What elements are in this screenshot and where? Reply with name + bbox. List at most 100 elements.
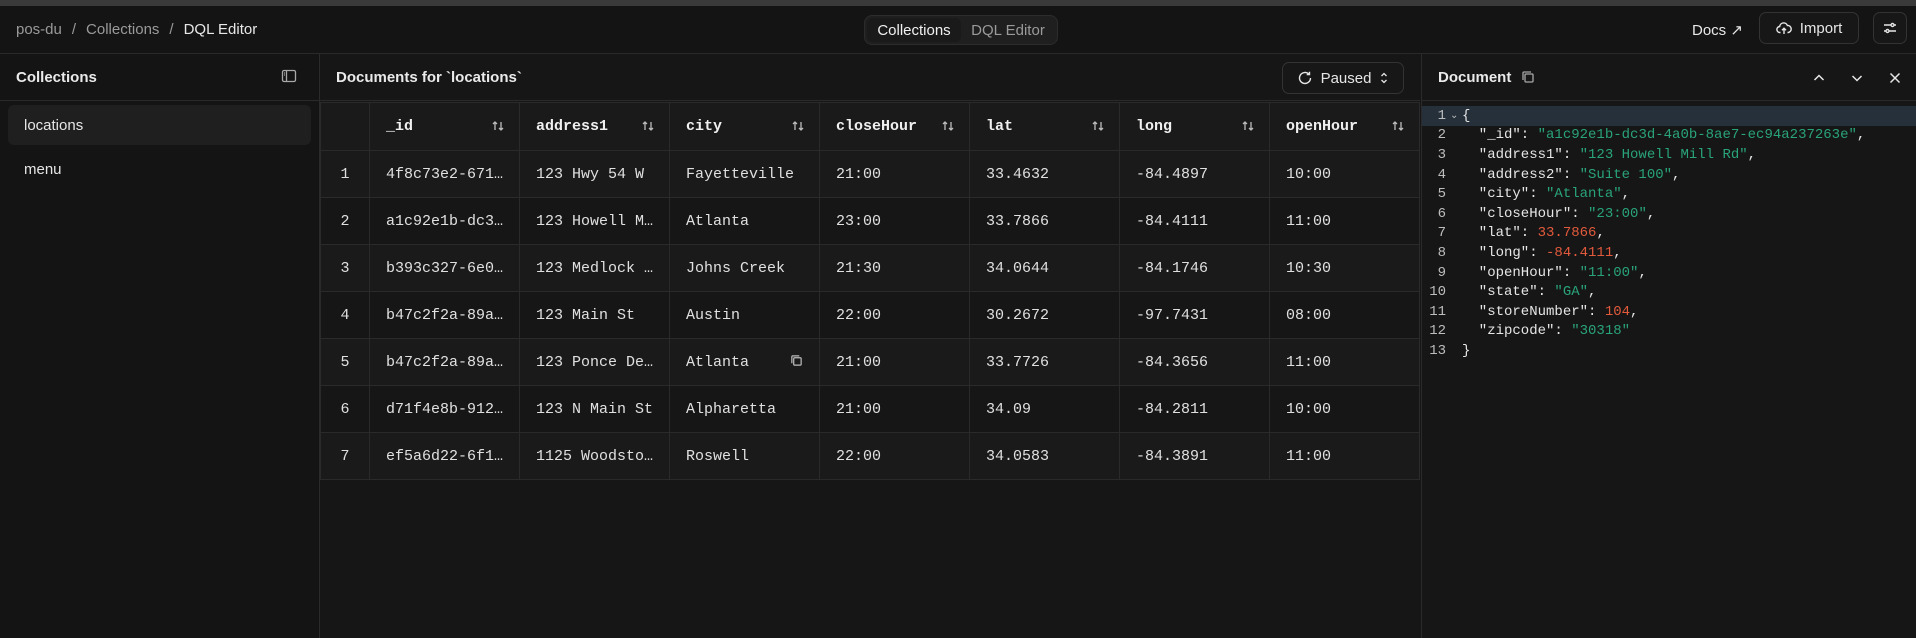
table-row[interactable]: 7 ef5a6d22-6f1… 1125 Woodsto… Roswell 22… [320,432,1420,480]
table-cell[interactable]: 11:00 [1269,197,1420,245]
table-cell[interactable]: 123 Main St [519,291,670,339]
breadcrumb-project[interactable]: pos-du [16,21,62,38]
table-cell[interactable]: 33.4632 [969,150,1120,198]
table-cell[interactable]: 08:00 [1269,291,1420,339]
table-cell[interactable]: 1125 Woodsto… [519,432,670,480]
table-cell[interactable]: 21:00 [819,150,970,198]
breadcrumb-collections[interactable]: Collections [86,21,159,38]
table-cell[interactable]: 34.09 [969,385,1120,433]
table-cell[interactable]: Alpharetta [669,385,820,433]
table-cell[interactable]: 34.0583 [969,432,1120,480]
table-cell[interactable]: 22:00 [819,291,970,339]
table-cell[interactable]: ef5a6d22-6f1… [369,432,520,480]
table-cell[interactable]: -84.1746 [1119,244,1270,292]
table-cell[interactable]: Atlanta [669,197,820,245]
table-cell[interactable]: 123 N Main St [519,385,670,433]
tab-collections[interactable]: Collections [867,18,961,42]
table-row[interactable]: 6 d71f4e8b-912… 123 N Main St Alpharetta… [320,385,1420,433]
column-header[interactable]: city [669,102,820,151]
table-cell[interactable]: b47c2f2a-89a… [369,291,520,339]
chevron-up-icon[interactable] [1811,70,1827,86]
table-cell[interactable]: 10:30 [1269,244,1420,292]
table-cell[interactable]: Austin [669,291,820,339]
table-cell[interactable]: 10:00 [1269,150,1420,198]
column-header[interactable]: long [1119,102,1270,151]
table-row[interactable]: 4 b47c2f2a-89a… 123 Main St Austin 22:00… [320,291,1420,339]
table-cell[interactable]: -84.3656 [1119,338,1270,386]
table-cell[interactable]: 22:00 [819,432,970,480]
code-text: "openHour": "11:00", [1462,264,1647,281]
table-cell[interactable]: Roswell [669,432,820,480]
table-cell[interactable]: 4f8c73e2-671… [369,150,520,198]
table-cell[interactable]: 21:00 [819,385,970,433]
sort-icon[interactable] [1391,119,1405,133]
table-cell[interactable]: 21:30 [819,244,970,292]
sort-icon[interactable] [491,119,505,133]
json-editor[interactable]: 1 ⌄{2 "_id": "a1c92e1b-dc3d-4a0b-8ae7-ec9… [1422,106,1916,361]
close-icon[interactable] [1887,70,1903,86]
sidebar-item-menu[interactable]: menu [8,149,311,189]
sort-icon[interactable] [1091,119,1105,133]
table-cell[interactable]: 123 Ponce De… [519,338,670,386]
table-cell[interactable]: 11:00 [1269,432,1420,480]
document-title: Document [1438,68,1512,86]
docs-link[interactable]: Docs ↗ [1692,21,1743,39]
settings-button[interactable] [1873,12,1907,44]
table-cell[interactable]: -97.7431 [1119,291,1270,339]
line-number: 4 [1437,166,1446,183]
column-header[interactable]: address1 [519,102,670,151]
table-cell[interactable]: -84.4111 [1119,197,1270,245]
code-text: } [1462,342,1471,359]
table-cell[interactable]: 34.0644 [969,244,1120,292]
table-row[interactable]: 5 b47c2f2a-89a… 123 Ponce De… Atlanta 21… [320,338,1420,386]
cloud-upload-icon [1775,22,1792,34]
column-header[interactable]: _id [369,102,520,151]
copy-document-icon[interactable] [1521,70,1535,84]
table-cell[interactable]: 123 Howell M… [519,197,670,245]
code-line: 5 "city": "Atlanta", [1422,184,1916,204]
sidebar-item-locations[interactable]: locations [8,105,311,145]
code-text: "closeHour": "23:00", [1462,205,1656,222]
table-cell-hovered[interactable]: Atlanta [669,338,820,386]
table-row[interactable]: 2 a1c92e1b-dc3… 123 Howell M… Atlanta 23… [320,197,1420,245]
column-header[interactable]: lat [969,102,1120,151]
documents-title: Documents for `locations` [336,68,522,86]
import-button[interactable]: Import [1759,12,1859,44]
table-cell[interactable]: b47c2f2a-89a… [369,338,520,386]
table-cell[interactable]: 33.7866 [969,197,1120,245]
row-index: 5 [320,338,370,386]
table-cell[interactable]: 33.7726 [969,338,1120,386]
sidebar-toggle-icon[interactable] [281,68,297,88]
table-cell[interactable]: 11:00 [1269,338,1420,386]
live-query-label: Paused [1320,69,1372,87]
sort-icon[interactable] [791,119,805,133]
table-cell[interactable]: -84.3891 [1119,432,1270,480]
table-cell[interactable]: d71f4e8b-912… [369,385,520,433]
table-cell[interactable]: 10:00 [1269,385,1420,433]
code-line: 2 "_id": "a1c92e1b-dc3d-4a0b-8ae7-ec94a2… [1422,126,1916,146]
sort-icon[interactable] [941,119,955,133]
fold-chevron-icon[interactable]: ⌄ [1450,110,1462,122]
table-cell[interactable]: 123 Medlock … [519,244,670,292]
table-cell[interactable]: 23:00 [819,197,970,245]
live-query-toggle-button[interactable]: Paused [1282,62,1404,94]
table-cell[interactable]: -84.2811 [1119,385,1270,433]
chevron-down-icon[interactable] [1849,70,1865,86]
tab-dql-editor[interactable]: DQL Editor [961,18,1055,42]
table-cell[interactable]: 21:00 [819,338,970,386]
row-index: 4 [320,291,370,339]
table-cell[interactable]: Fayetteville [669,150,820,198]
table-row[interactable]: 3 b393c327-6e0… 123 Medlock … Johns Cree… [320,244,1420,292]
table-row[interactable]: 1 4f8c73e2-671… 123 Hwy 54 W Fayettevill… [320,150,1420,198]
table-cell[interactable]: a1c92e1b-dc3… [369,197,520,245]
table-cell[interactable]: b393c327-6e0… [369,244,520,292]
column-header[interactable]: openHour [1269,102,1420,151]
table-cell[interactable]: 30.2672 [969,291,1120,339]
table-cell[interactable]: -84.4897 [1119,150,1270,198]
table-cell[interactable]: Johns Creek [669,244,820,292]
sort-icon[interactable] [1241,119,1255,133]
table-cell[interactable]: 123 Hwy 54 W [519,150,670,198]
copy-icon[interactable] [790,354,803,367]
column-header[interactable]: closeHour [819,102,970,151]
sort-icon[interactable] [641,119,655,133]
